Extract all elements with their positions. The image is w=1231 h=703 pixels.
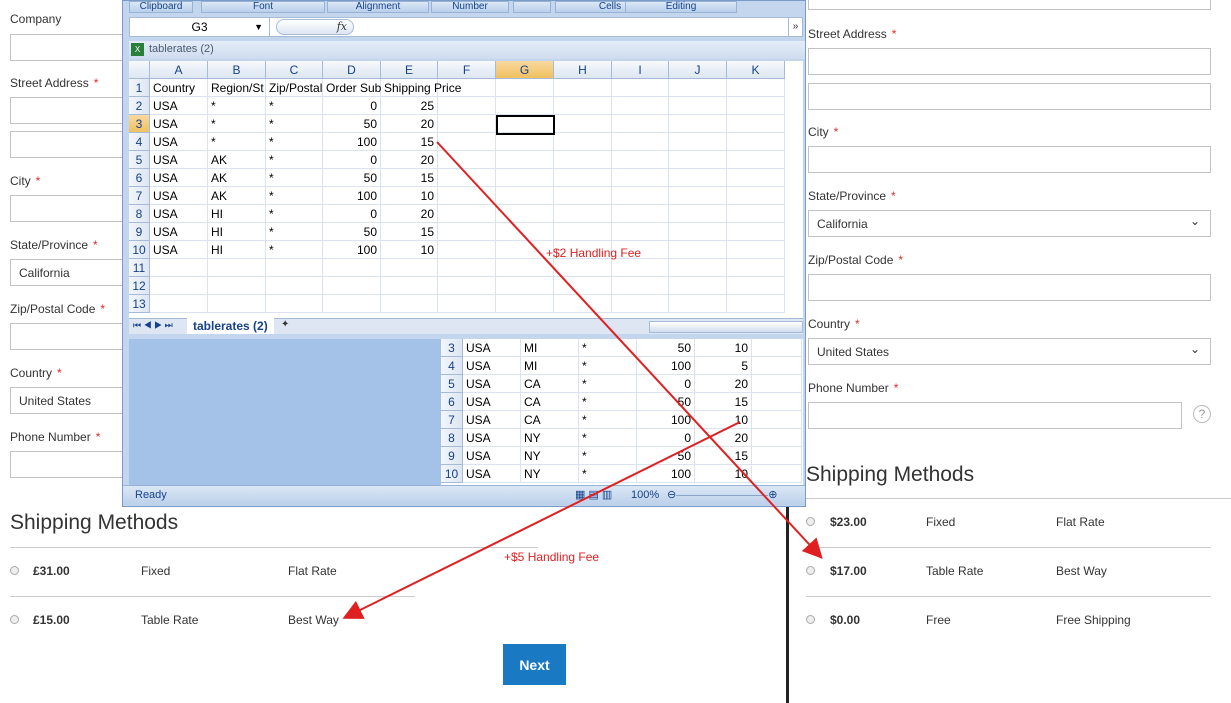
arrow-5-handling [342, 421, 741, 619]
handling-fee-annotation-2: +$5 Handling Fee [504, 550, 600, 564]
annotation-arrows [342, 141, 823, 619]
handling-fee-annotation-1: +$2 Handling Fee [546, 246, 642, 260]
arrow-2-handling [436, 141, 823, 559]
